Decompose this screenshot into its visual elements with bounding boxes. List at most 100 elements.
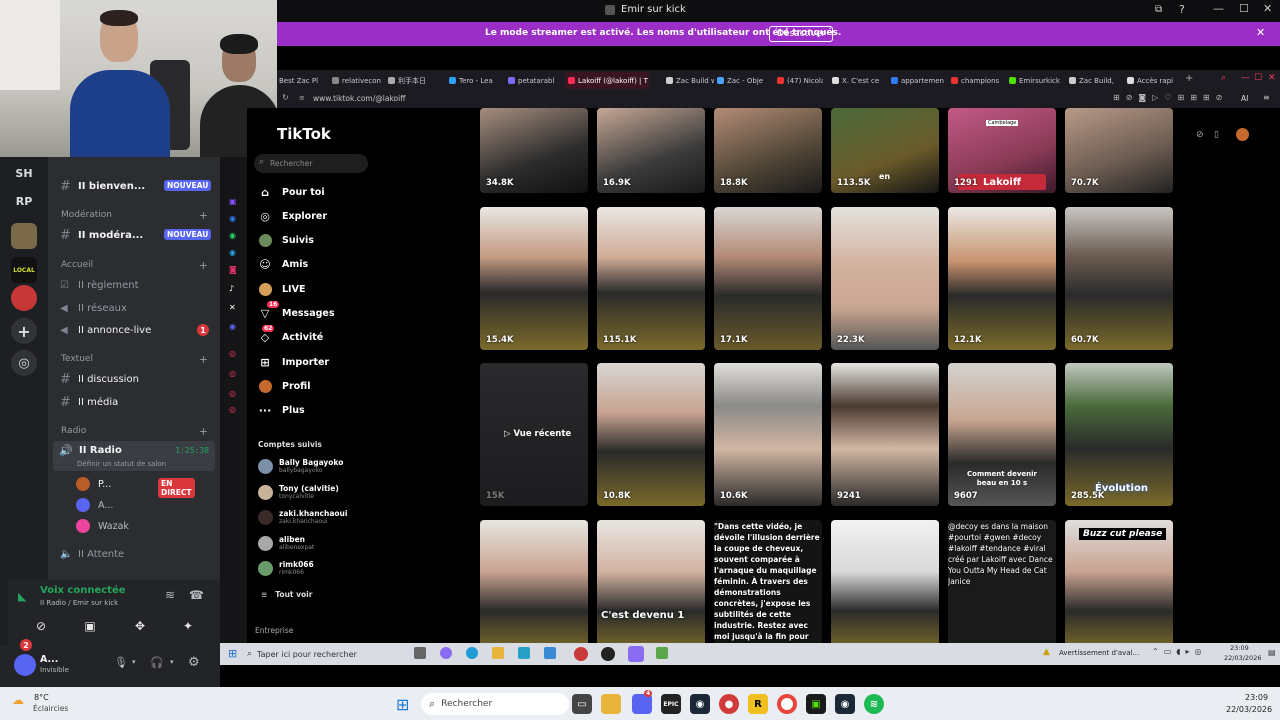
chevron-down-icon[interactable]: ▾ [170, 658, 174, 666]
nav-upload[interactable]: ⊞ Importer [258, 353, 329, 371]
reload-icon[interactable]: ↻ [282, 93, 289, 102]
close-icon[interactable]: ✕ [1268, 73, 1276, 83]
windows-start-icon[interactable]: ⊞ [228, 647, 237, 660]
channel-moderation[interactable]: # II modéra... NOUVEAU [48, 225, 220, 245]
discord-icon[interactable]: 4 [632, 690, 653, 714]
nav-explore[interactable]: ◎ Explorer [258, 207, 327, 225]
avatar[interactable] [14, 654, 36, 676]
video-card-text[interactable]: @decoy es dans la maison #pourtoi #gwen … [948, 520, 1056, 643]
nav-profile[interactable]: Profil [258, 377, 310, 395]
video-card-seen[interactable]: ▷ Vue récente 15K [480, 363, 588, 506]
video-card-text[interactable]: "Dans cette vidéo, je dévoile l'illusion… [714, 520, 822, 643]
category-radio[interactable]: Radio + [48, 425, 220, 440]
tab[interactable]: relativecon [332, 73, 382, 88]
minimize-icon[interactable]: — [1213, 2, 1224, 15]
device-icon[interactable]: ▯ [1214, 130, 1219, 140]
disconnect-icon[interactable]: ☎ [189, 588, 204, 602]
discord-icon[interactable] [628, 646, 644, 662]
steam-icon[interactable]: ◉ [690, 694, 710, 714]
voice-user[interactable]: A... [76, 496, 113, 514]
followed-account[interactable]: Tony (calvitie) tonycalvitie [258, 481, 339, 503]
file-explorer-icon[interactable] [601, 694, 621, 714]
instagram-icon[interactable]: ◙ [229, 265, 237, 274]
maximize-icon[interactable]: ☐ [1239, 2, 1249, 15]
spotify-icon[interactable]: ≋ [864, 694, 884, 714]
tab[interactable]: Zac - Obje [717, 73, 767, 88]
ai-extension-button[interactable]: AI [1241, 94, 1248, 103]
explore-servers-icon[interactable]: ◎ [11, 350, 37, 376]
nav-friends[interactable]: ☺ Amis [258, 255, 308, 273]
chrome-icon[interactable] [777, 694, 797, 714]
menu-icon[interactable]: ≡ [1263, 93, 1270, 102]
tab[interactable]: champions [951, 73, 1001, 88]
task-view-icon[interactable] [414, 647, 426, 659]
nav-messages[interactable]: ▽ Messages 16 [258, 301, 335, 322]
tab[interactable]: Accès rapi [1127, 73, 1179, 88]
site-info-icon[interactable]: ≡ [299, 94, 305, 102]
windows-start-icon[interactable]: ⊞ [396, 695, 409, 714]
settings-gear-icon[interactable]: ⚙ [188, 655, 200, 670]
steam-icon[interactable]: ◉ [835, 694, 855, 714]
followed-account[interactable]: zaki.khanchaoui zaki.khanchaoui [258, 506, 347, 528]
video-card[interactable]: 34.8K [480, 108, 588, 193]
app-icon[interactable]: ● [719, 694, 739, 714]
voice-channel-radio[interactable]: 🔊 II Radio 1:25:38 Définir un statut de … [53, 441, 215, 471]
category-moderation[interactable]: Modération + [48, 209, 220, 224]
channel-reseaux[interactable]: ◀ II réseaux [48, 298, 220, 318]
server-rp[interactable]: RP [11, 188, 37, 214]
new-tab-icon[interactable]: + [1185, 73, 1193, 84]
channel-annonce-live[interactable]: ◀ II annonce-live 1 [48, 320, 220, 340]
server-local-icon[interactable]: LOCAL [11, 257, 37, 283]
panel-icon[interactable]: ◎ [229, 349, 236, 358]
server-avatar-1[interactable] [11, 223, 37, 249]
disable-streamer-button[interactable]: Désactiver [769, 26, 834, 42]
tab[interactable]: 利手本日 [388, 73, 444, 88]
video-card[interactable]: Comment devenir beau en 10 s 9607 [948, 363, 1056, 506]
channel-reglement[interactable]: ☑ II règlement [48, 275, 220, 295]
followed-account[interactable]: aliben alibenexpat [258, 532, 314, 554]
app-icon[interactable] [544, 647, 556, 659]
task-view-icon[interactable]: ▭ [572, 694, 592, 714]
tab[interactable]: X. C'est ce [832, 73, 884, 88]
video-card[interactable]: Évolution 285.5K [1065, 363, 1173, 506]
video-card[interactable] [831, 520, 939, 643]
tab-active-lakoiff[interactable]: Lakoiff (@lakoiff) | T [565, 72, 649, 89]
panel-icon[interactable]: ◎ [229, 389, 236, 398]
search-input[interactable]: ⌕ Rechercher [421, 693, 569, 715]
x-icon[interactable]: ✕ [229, 303, 236, 312]
tab[interactable]: Zac Build w [666, 73, 714, 88]
panel-icon[interactable]: ◎ [229, 369, 236, 378]
video-card[interactable]: 9241 [831, 363, 939, 506]
video-card[interactable]: 18.8K [714, 108, 822, 193]
followed-account[interactable]: rimk066 rimk066 [258, 557, 314, 579]
tab[interactable]: Emirsurkick [1009, 73, 1061, 88]
video-card[interactable]: 10.6K [714, 363, 822, 506]
soundboard-icon[interactable]: ✦ [168, 615, 208, 637]
noise-suppression-icon[interactable]: ≋ [165, 588, 175, 602]
add-server-icon[interactable]: + [11, 318, 37, 344]
channel-bienvenue[interactable]: # II bienven... NOUVEAU [48, 176, 220, 196]
video-card[interactable]: 12.1K [948, 207, 1056, 350]
video-card[interactable]: 115.1K [597, 207, 705, 350]
see-all-link[interactable]: ≡ Tout voir [261, 590, 312, 599]
whatsapp-icon[interactable]: ◉ [229, 231, 236, 240]
notification-text[interactable]: Avertissement d'aval... [1059, 649, 1147, 657]
video-card[interactable]: Cambelage Lakoiff 1291 [948, 108, 1056, 193]
twitch-icon[interactable]: ▣ [229, 197, 237, 206]
epic-games-icon[interactable]: EPIC [661, 694, 681, 714]
messenger-icon[interactable]: ◉ [229, 214, 236, 223]
help-icon[interactable]: ? [1179, 3, 1185, 16]
server-avatar-2[interactable] [11, 285, 37, 311]
app-icon[interactable] [574, 647, 588, 661]
server-sh[interactable]: SH [11, 160, 37, 186]
tab[interactable]: appartemen [891, 73, 945, 88]
nav-more[interactable]: ··· Plus [258, 401, 305, 419]
app-icon[interactable]: ▣ [806, 694, 826, 714]
category-accueil[interactable]: Accueil + [48, 259, 220, 274]
tiktok-icon[interactable]: ♪ [229, 284, 234, 293]
channel-status[interactable]: Définir un statut de salon [77, 460, 207, 468]
search-input[interactable]: ⌕ Taper ici pour rechercher [247, 645, 407, 663]
channel-media[interactable]: # II média [48, 392, 220, 412]
nav-live[interactable]: LIVE [258, 280, 305, 298]
nav-for-you[interactable]: ⌂ Pour toi [258, 183, 325, 201]
